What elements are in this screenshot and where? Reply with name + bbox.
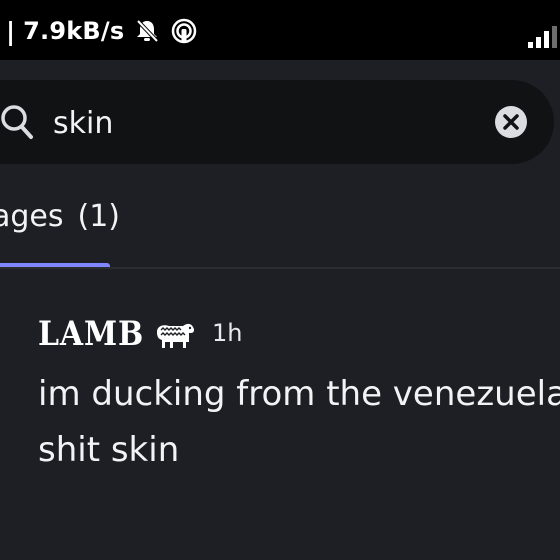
message-line: shit skin bbox=[38, 430, 180, 470]
network-speed: 7.9kB/s bbox=[23, 17, 125, 45]
status-separator: | bbox=[6, 16, 16, 46]
tab-messages-text: ages bbox=[0, 199, 64, 234]
tab-messages-count: (1) bbox=[77, 199, 121, 234]
tab-messages-label: ages (1) bbox=[0, 196, 120, 238]
notifications-muted-icon bbox=[134, 18, 160, 44]
close-icon bbox=[503, 114, 519, 130]
lamb-icon bbox=[151, 320, 197, 352]
status-left: | 7.9kB/s bbox=[6, 16, 197, 46]
tabs-divider bbox=[0, 267, 560, 269]
status-bar: | 7.9kB/s bbox=[0, 0, 560, 60]
message-content[interactable]: im ducking from the venezuela shit skin bbox=[38, 366, 560, 478]
author-name[interactable]: LAMB bbox=[38, 313, 144, 355]
signal-strength-icon bbox=[528, 26, 558, 48]
clear-search-button[interactable] bbox=[495, 106, 527, 138]
search-input[interactable]: skin bbox=[53, 104, 113, 144]
screen: | 7.9kB/s skin ages (1) LAMB 1h im ducki… bbox=[0, 0, 560, 560]
message-timestamp: 1h bbox=[212, 319, 243, 347]
search-icon bbox=[0, 104, 34, 140]
message-line: im ducking from the venezuela bbox=[38, 374, 560, 414]
tab-messages[interactable]: ages (1) bbox=[0, 196, 120, 268]
hotspot-icon bbox=[170, 18, 197, 44]
